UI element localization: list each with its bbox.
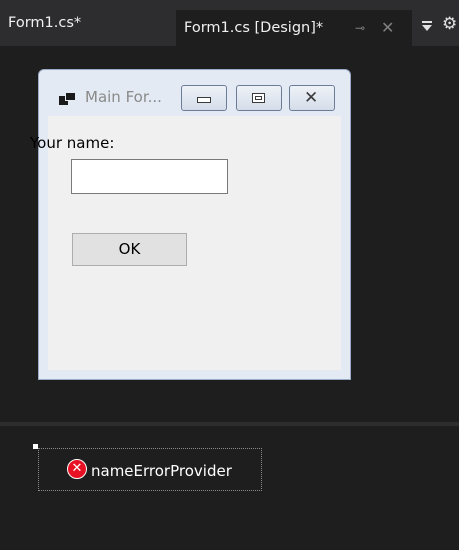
close-button[interactable]: ✕ bbox=[289, 85, 335, 111]
tab-form1-cs[interactable]: Form1.cs* bbox=[0, 0, 170, 46]
tab-dropdown-icon[interactable] bbox=[420, 14, 436, 38]
dropdown-triangle bbox=[422, 25, 432, 31]
window-icon bbox=[59, 92, 76, 106]
tray-component-label: nameErrorProvider bbox=[91, 462, 232, 480]
selection-handle[interactable] bbox=[33, 444, 38, 449]
dropdown-bar bbox=[422, 21, 432, 23]
form-preview[interactable]: Main For... ✕ bbox=[38, 69, 351, 380]
ok-button[interactable]: OK bbox=[72, 233, 187, 266]
maximize-button[interactable] bbox=[236, 85, 282, 111]
close-tab-icon[interactable]: ✕ bbox=[381, 10, 394, 46]
tab-label: Form1.cs [Design]* bbox=[184, 20, 324, 36]
name-label: Your name: bbox=[30, 134, 115, 152]
visual-studio-designer: Form1.cs* Form1.cs [Design]* ⊸ ✕ ⚙ Main … bbox=[0, 0, 459, 550]
form-title-bar[interactable]: Main For... ✕ bbox=[39, 70, 350, 116]
gear-icon[interactable]: ⚙ bbox=[442, 13, 459, 35]
window-icon-part bbox=[65, 92, 76, 101]
minimize-button[interactable] bbox=[181, 85, 227, 111]
tab-label: Form1.cs* bbox=[8, 15, 82, 31]
error-icon: ✕ bbox=[67, 459, 87, 479]
maximize-icon bbox=[252, 93, 265, 103]
minimize-icon bbox=[197, 97, 211, 103]
pin-icon[interactable]: ⊸ bbox=[355, 10, 365, 46]
form-title: Main For... bbox=[85, 88, 162, 106]
tab-form1-design[interactable]: Form1.cs [Design]* ⊸ ✕ bbox=[176, 10, 412, 46]
name-textbox[interactable] bbox=[71, 159, 228, 194]
close-icon: ✕ bbox=[304, 88, 319, 108]
document-tab-strip: Form1.cs* Form1.cs [Design]* ⊸ ✕ ⚙ bbox=[0, 0, 459, 46]
